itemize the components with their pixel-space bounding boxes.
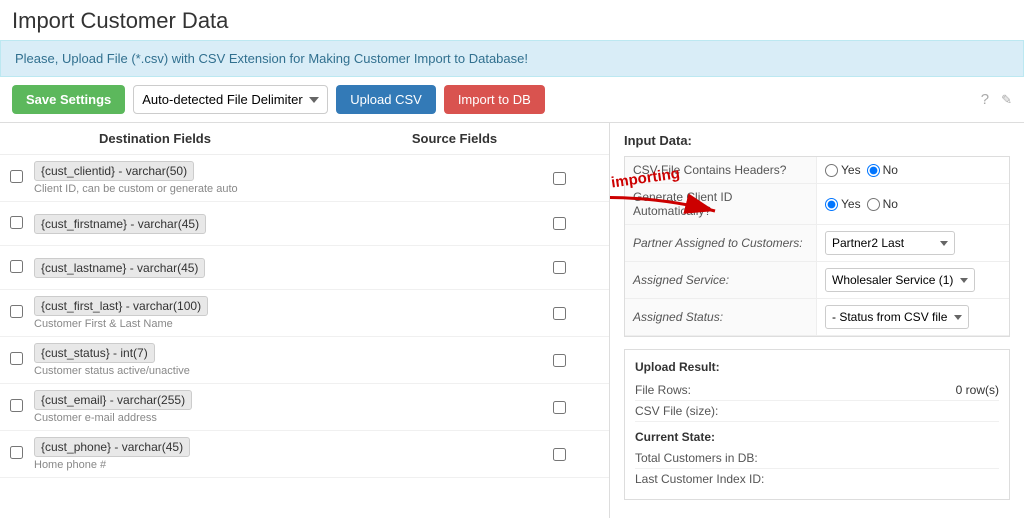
field-tag-2: {cust_lastname} - varchar(45) — [34, 258, 205, 278]
field-tag-5: {cust_email} - varchar(255) — [34, 390, 192, 410]
upload-csv-button[interactable]: Upload CSV — [336, 85, 436, 114]
status-label: Assigned Status: — [625, 299, 817, 336]
service-value: Wholesaler Service (1)Basic ServicePremi… — [817, 262, 1009, 299]
field-desc-4: Customer status active/unactive — [34, 365, 519, 377]
src-checkbox-4[interactable] — [553, 354, 566, 367]
src-checkbox-1[interactable] — [553, 217, 566, 230]
service-label: Assigned Service: — [625, 262, 817, 299]
file-rows-row: File Rows: 0 row(s) — [635, 380, 999, 401]
csv-file-label: CSV File (size): — [635, 404, 718, 418]
csv-headers-no-radio[interactable]: No — [867, 163, 898, 177]
edit-icon[interactable]: ✎ — [1001, 92, 1012, 108]
field-tag-1: {cust_firstname} - varchar(45) — [34, 214, 206, 234]
dest-checkbox-6[interactable] — [10, 446, 23, 459]
csv-headers-yes-radio[interactable]: Yes — [825, 163, 861, 177]
table-row: {cust_clientid} - varchar(50) Client ID,… — [0, 155, 609, 202]
partner-label: Partner Assigned to Customers: — [625, 225, 817, 262]
field-desc-6: Home phone # — [34, 459, 519, 471]
import-to-db-button[interactable]: Import to DB — [444, 85, 545, 114]
dest-checkbox-5[interactable] — [10, 399, 23, 412]
last-index-row: Last Customer Index ID: — [635, 469, 999, 489]
dest-checkbox-4[interactable] — [10, 352, 23, 365]
dest-checkbox-3[interactable] — [10, 305, 23, 318]
save-settings-button[interactable]: Save Settings — [12, 85, 125, 114]
src-checkbox-6[interactable] — [553, 448, 566, 461]
input-data-grid: CSV File Contains Headers? Yes No Genera… — [624, 156, 1010, 337]
table-row: {cust_phone} - varchar(45) Home phone # — [0, 431, 609, 478]
table-row: {cust_first_last} - varchar(100) Custome… — [0, 290, 609, 337]
field-tag-3: {cust_first_last} - varchar(100) — [34, 296, 208, 316]
dest-fields-header: Destination Fields — [0, 131, 300, 146]
table-row: {cust_lastname} - varchar(45) — [0, 246, 609, 290]
status-select[interactable]: - Status from CSV fileActiveInactive — [825, 305, 969, 329]
field-tag-0: {cust_clientid} - varchar(50) — [34, 161, 194, 181]
generate-id-label: Generate Client ID Automatically? — [625, 184, 817, 225]
field-desc-3: Customer First & Last Name — [34, 318, 519, 330]
delimiter-select[interactable]: Auto-detected File DelimiterComma (,)Sem… — [133, 85, 328, 114]
current-state-title: Current State: — [635, 430, 999, 444]
right-panel: Assign Partner during importing Input Da… — [610, 123, 1024, 518]
csv-file-row: CSV File (size): — [635, 401, 999, 422]
service-select[interactable]: Wholesaler Service (1)Basic ServicePremi… — [825, 268, 975, 292]
left-panel: Destination Fields Source Fields {cust_c… — [0, 123, 610, 518]
src-checkbox-3[interactable] — [553, 307, 566, 320]
status-value: - Status from CSV fileActiveInactive — [817, 299, 1009, 336]
src-fields-header: Source Fields — [300, 131, 609, 146]
help-icon[interactable]: ? — [981, 91, 989, 108]
total-customers-row: Total Customers in DB: — [635, 448, 999, 469]
field-desc-0: Client ID, can be custom or generate aut… — [34, 183, 519, 195]
dest-checkbox-2[interactable] — [10, 260, 23, 273]
file-rows-label: File Rows: — [635, 383, 691, 397]
csv-headers-label: CSV File Contains Headers? — [625, 157, 817, 184]
file-rows-value: 0 row(s) — [956, 383, 999, 397]
input-data-title: Input Data: — [624, 133, 1010, 148]
field-tag-4: {cust_status} - int(7) — [34, 343, 155, 363]
dest-checkbox-1[interactable] — [10, 216, 23, 229]
table-row: {cust_firstname} - varchar(45) — [0, 202, 609, 246]
last-index-label: Last Customer Index ID: — [635, 472, 764, 486]
partner-value: Partner2 LastPartner1None — [817, 225, 1009, 262]
generate-id-value: Yes No — [817, 184, 1009, 225]
dest-checkbox-0[interactable] — [10, 170, 23, 183]
field-tag-6: {cust_phone} - varchar(45) — [34, 437, 190, 457]
csv-headers-value: Yes No — [817, 157, 1009, 184]
total-customers-label: Total Customers in DB: — [635, 451, 758, 465]
table-row: {cust_email} - varchar(255) Customer e-m… — [0, 384, 609, 431]
src-checkbox-5[interactable] — [553, 401, 566, 414]
src-checkbox-2[interactable] — [553, 261, 566, 274]
upload-result-title: Upload Result: — [635, 360, 999, 374]
partner-select[interactable]: Partner2 LastPartner1None — [825, 231, 955, 255]
src-checkbox-0[interactable] — [553, 172, 566, 185]
generate-id-no-radio[interactable]: No — [867, 197, 898, 211]
generate-id-yes-radio[interactable]: Yes — [825, 197, 861, 211]
page-title: Import Customer Data — [0, 0, 1024, 40]
info-banner: Please, Upload File (*.csv) with CSV Ext… — [0, 40, 1024, 77]
table-row: {cust_status} - int(7) Customer status a… — [0, 337, 609, 384]
upload-result-box: Upload Result: File Rows: 0 row(s) CSV F… — [624, 349, 1010, 500]
field-desc-5: Customer e-mail address — [34, 412, 519, 424]
